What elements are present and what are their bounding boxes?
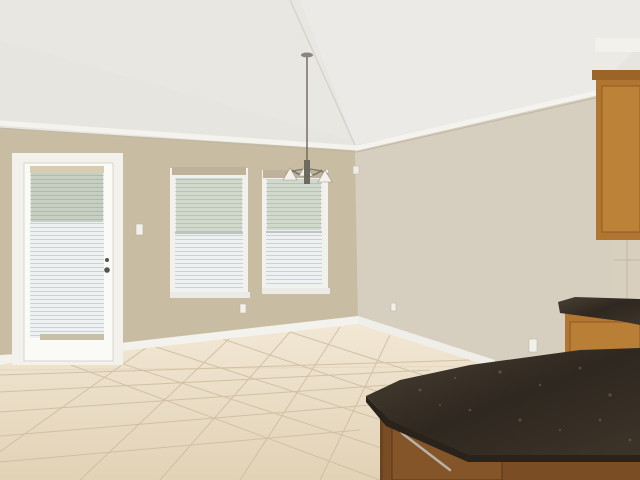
outlet-icon [528, 338, 538, 353]
window-left [170, 167, 250, 298]
door-knob-icon [104, 267, 110, 273]
side-counter [558, 297, 640, 356]
outlet-icon [239, 303, 247, 314]
light-switch-icon [135, 223, 144, 236]
empty-dining-room-photo [0, 0, 640, 480]
window-right [262, 170, 330, 294]
glass-back-door [12, 153, 123, 365]
outlet-icon [390, 302, 397, 312]
